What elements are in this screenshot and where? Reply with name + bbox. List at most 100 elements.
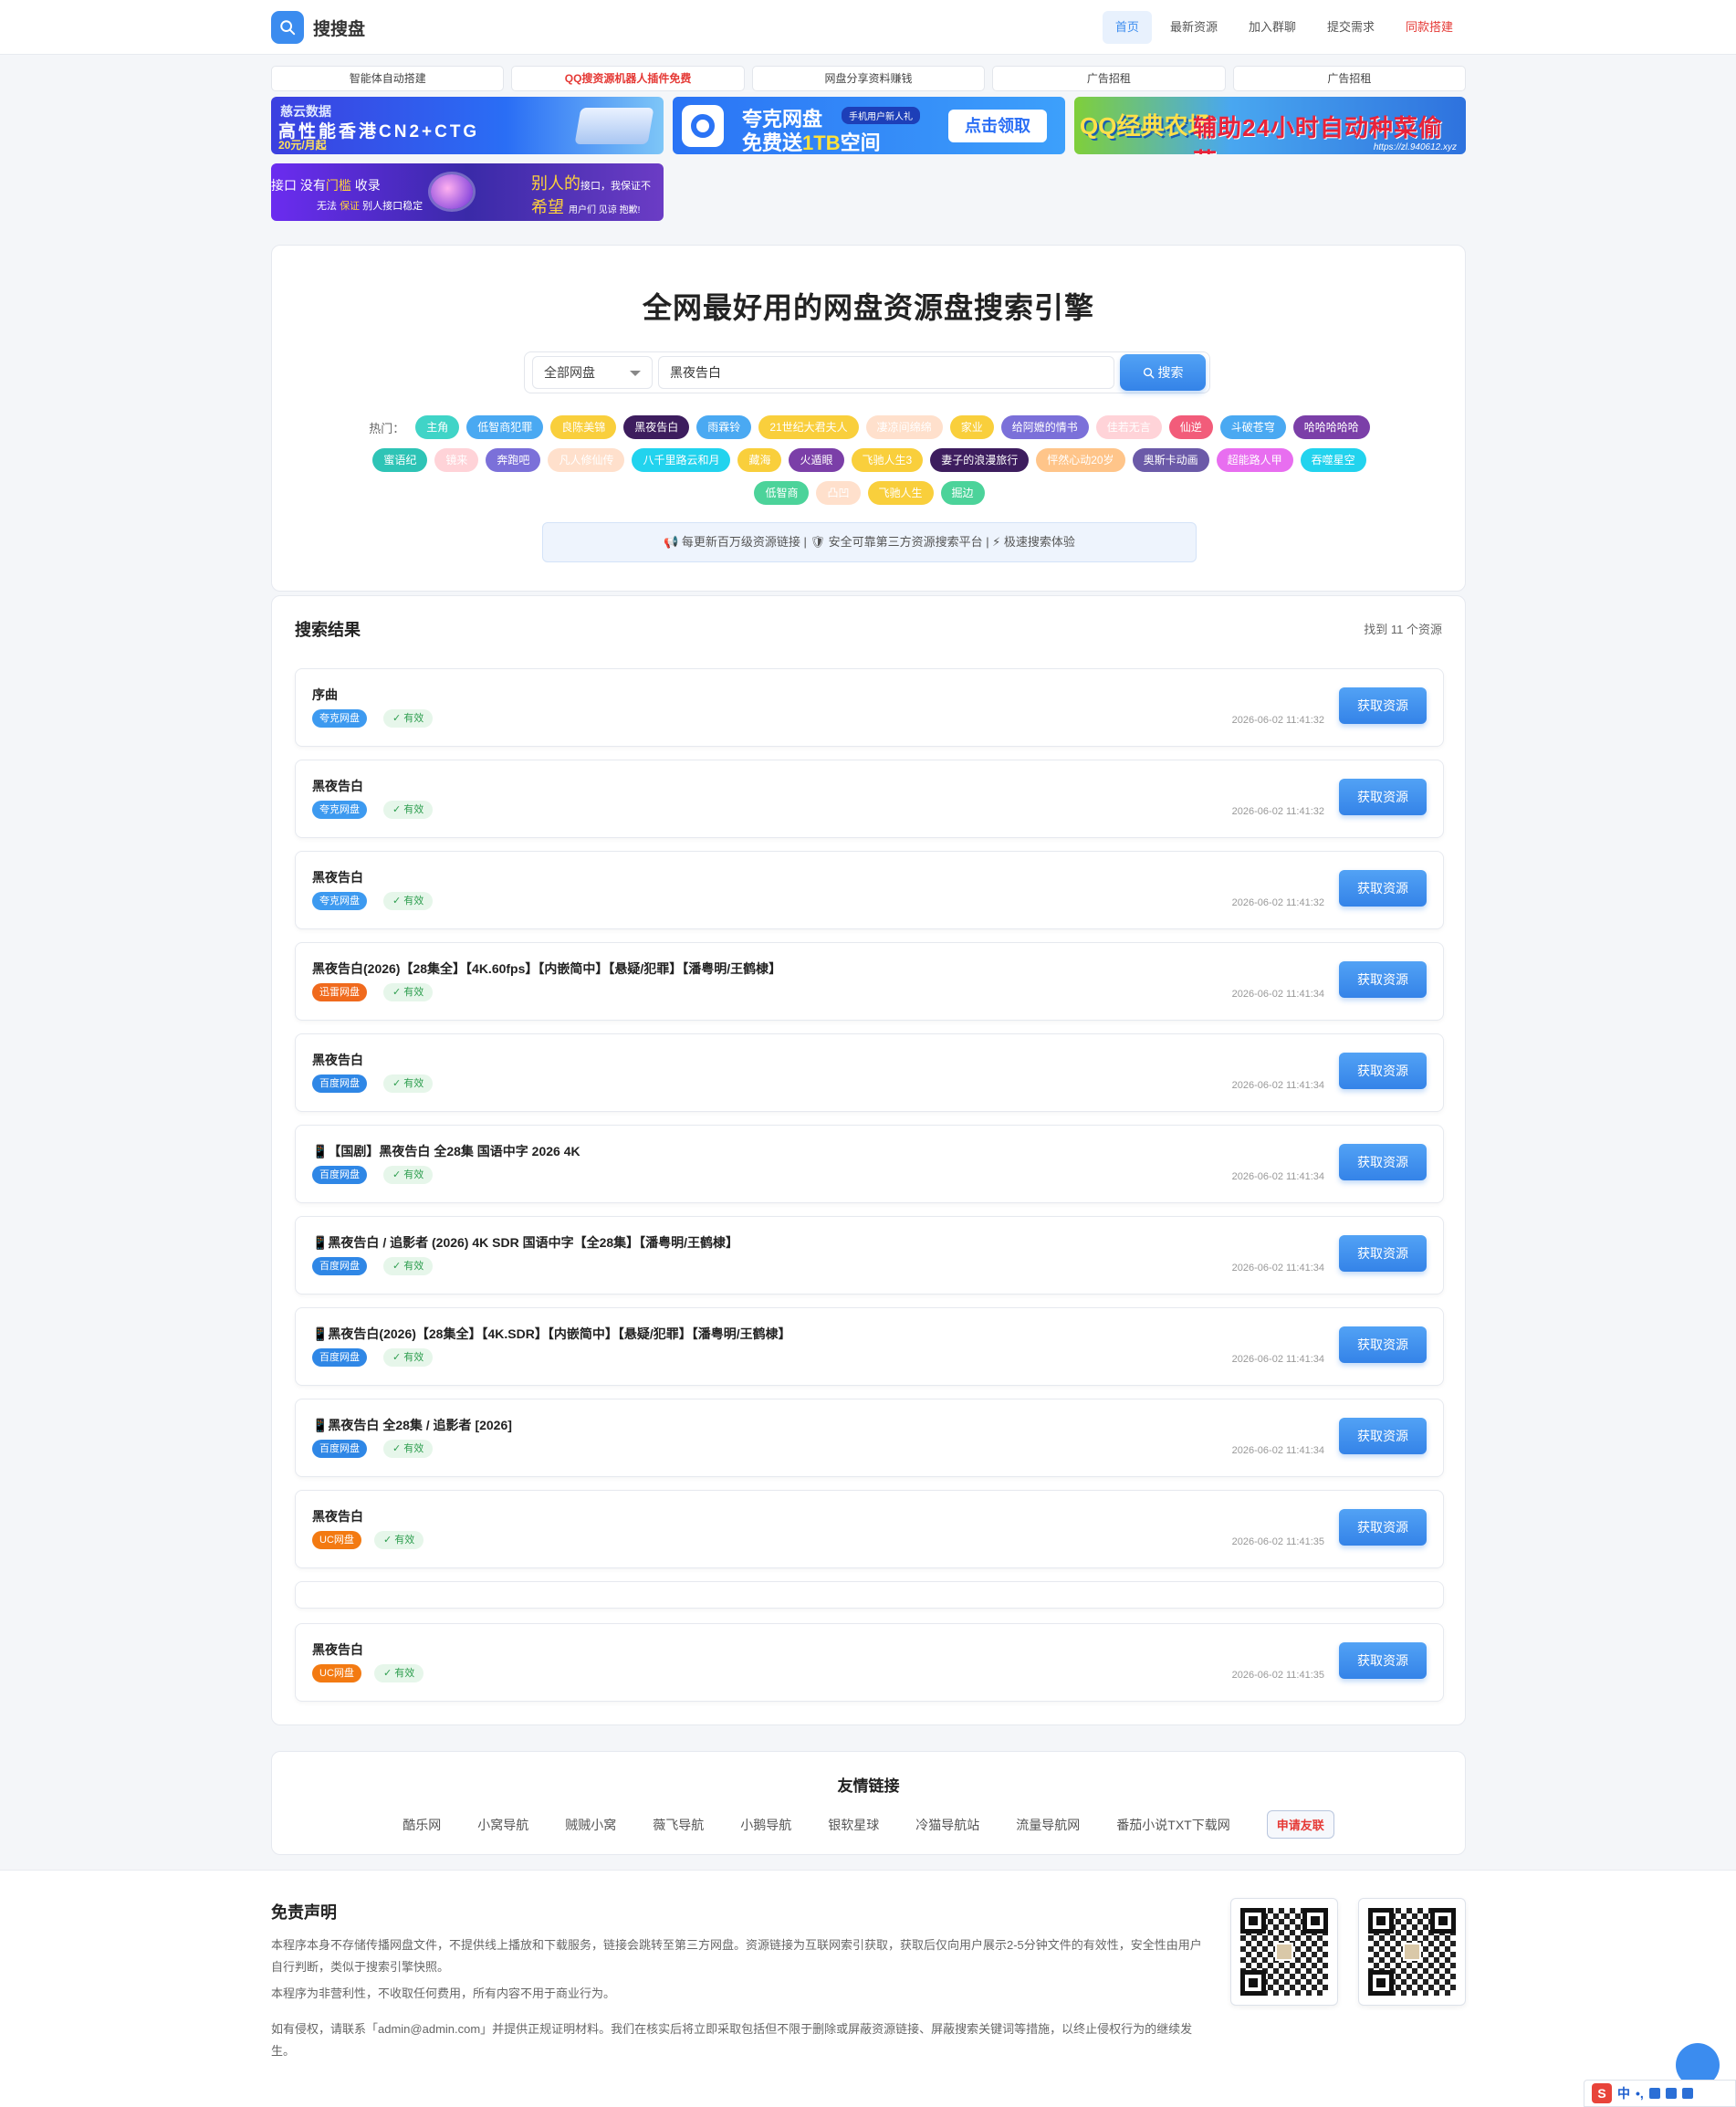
friend-link[interactable]: 流量导航网 — [1016, 1816, 1080, 1834]
hot-tag[interactable]: 佳若无言 — [1095, 415, 1162, 439]
result-item: 序曲 夸克网盘 ✓ 有效 2026-06-02 11:41:32 获取资源 — [295, 668, 1444, 747]
banner-cta-button[interactable]: 点击领取 — [948, 110, 1047, 142]
friend-link[interactable]: 冷猫导航站 — [915, 1816, 979, 1834]
hot-tag[interactable]: 飞驰人生 — [867, 481, 934, 505]
hot-tag[interactable]: 雨霖铃 — [696, 415, 752, 439]
result-title[interactable]: 📱黑夜告白 / 追影者 (2026) 4K SDR 国语中字【全28集】【潘粤明… — [312, 1233, 738, 1252]
result-title[interactable]: 黑夜告白 — [312, 868, 363, 886]
text-ad-link[interactable]: QQ搜资源机器人插件免费 — [511, 66, 745, 91]
nav-item-4[interactable]: 同款搭建 — [1393, 11, 1466, 44]
hot-tag[interactable]: 掘边 — [940, 481, 985, 505]
skin-icon[interactable] — [1681, 2088, 1693, 2099]
result-title[interactable]: 📱【国剧】黑夜告白 全28集 国语中字 2026 4K — [312, 1142, 580, 1160]
apply-friend-link-button[interactable]: 申请友联 — [1266, 1810, 1334, 1839]
friend-link[interactable]: 小鹅导航 — [740, 1816, 791, 1834]
hot-tag[interactable]: 奔跑吧 — [486, 448, 541, 472]
banner-headline: 免费送1TB空间 — [742, 131, 881, 154]
friend-link[interactable]: 贼贼小窝 — [565, 1816, 616, 1834]
hot-tag[interactable]: 妻子的浪漫旅行 — [930, 448, 1030, 472]
valid-badge: ✓ 有效 — [383, 709, 434, 728]
result-item: 📱黑夜告白 全28集 / 追影者 [2026] 百度网盘 ✓ 有效 2026-06-0… — [295, 1399, 1444, 1477]
nav-item-0[interactable]: 首页 — [1102, 11, 1152, 44]
hot-tag[interactable]: 主角 — [415, 415, 460, 439]
text-ad-link[interactable]: 广告招租 — [1232, 66, 1467, 91]
get-resource-button[interactable]: 获取资源 — [1339, 779, 1427, 815]
result-title[interactable]: 序曲 — [312, 686, 338, 704]
hot-tag[interactable]: 蜜语纪 — [372, 448, 428, 472]
get-resource-button[interactable]: 获取资源 — [1339, 1418, 1427, 1454]
hot-tag-row: 低智商 凸凹 飞驰人生 掘边 — [318, 481, 1421, 505]
hot-tag[interactable]: 哈哈哈哈哈 — [1292, 415, 1370, 439]
text-ad-link[interactable]: 智能体自动搭建 — [271, 66, 505, 91]
hot-tag[interactable]: 镜来 — [434, 448, 479, 472]
hot-tag[interactable]: 斗破苍穹 — [1219, 415, 1286, 439]
result-item: 📱黑夜告白 / 追影者 (2026) 4K SDR 国语中字【全28集】【潘粤明… — [295, 1216, 1444, 1295]
hot-tag[interactable]: 21世纪大君夫人 — [758, 415, 859, 439]
hot-tag[interactable]: 黑夜告白 — [623, 415, 690, 439]
hot-tag[interactable]: 奥斯卡动画 — [1132, 448, 1209, 472]
get-resource-button[interactable]: 获取资源 — [1339, 1509, 1427, 1546]
hot-tag[interactable]: 超能路人甲 — [1216, 448, 1293, 472]
result-title[interactable]: 黑夜告白(2026)【28集全】【4K.60fps】【内嵌简中】【悬疑/犯罪】【… — [312, 959, 781, 978]
hot-tag[interactable]: 低智商犯罪 — [466, 415, 544, 439]
get-resource-button[interactable]: 获取资源 — [1339, 961, 1427, 998]
disk-badge: 迅雷网盘 — [312, 983, 367, 1001]
nav-item-2[interactable]: 加入群聊 — [1236, 11, 1309, 44]
get-resource-button[interactable]: 获取资源 — [1339, 1326, 1427, 1363]
text-ad-link[interactable]: 广告招租 — [992, 66, 1226, 91]
hot-tag[interactable]: 藏海 — [737, 448, 782, 472]
site-logo[interactable]: 搜搜盘 — [271, 11, 365, 44]
hot-tag[interactable]: 怦然心动20岁 — [1036, 448, 1125, 472]
hot-tag[interactable]: 飞驰人生3 — [851, 448, 924, 472]
nav-item-3[interactable]: 提交需求 — [1314, 11, 1387, 44]
result-title[interactable]: 📱黑夜告白 全28集 / 追影者 [2026] — [312, 1416, 512, 1434]
result-title[interactable]: 黑夜告白 — [312, 1051, 363, 1069]
search-button[interactable]: 搜索 — [1120, 354, 1206, 391]
result-title[interactable]: 黑夜告白 — [312, 777, 363, 795]
friend-link[interactable]: 银软星球 — [828, 1816, 879, 1834]
result-time: 2026-06-02 11:41:35 — [1231, 1536, 1324, 1547]
result-item: 黑夜告白 夸克网盘 ✓ 有效 2026-06-02 11:41:32 获取资源 — [295, 760, 1444, 838]
get-resource-button[interactable]: 获取资源 — [1339, 1235, 1427, 1272]
ime-lang[interactable]: 中 — [1617, 2084, 1630, 2102]
hot-tag[interactable]: 家业 — [949, 415, 994, 439]
result-item: 📱【国剧】黑夜告白 全28集 国语中字 2026 4K 百度网盘 ✓ 有效 2026-… — [295, 1125, 1444, 1203]
friend-link[interactable]: 小窝导航 — [477, 1816, 528, 1834]
disk-badge: 百度网盘 — [312, 1257, 367, 1275]
disk-type-select[interactable]: 全部网盘 — [532, 356, 653, 389]
hot-tag[interactable]: 凸凹 — [816, 481, 861, 505]
hot-tag[interactable]: 良陈美锦 — [550, 415, 617, 439]
get-resource-button[interactable]: 获取资源 — [1339, 870, 1427, 907]
result-title[interactable]: 黑夜告白 — [312, 1641, 363, 1659]
text-ad-link[interactable]: 网盘分享资料赚钱 — [751, 66, 986, 91]
keyboard-icon[interactable] — [1665, 2088, 1677, 2099]
banner-quark[interactable]: 夸克网盘 手机用户新人礼 免费送1TB空间 点击领取 — [673, 97, 1065, 154]
hot-tag[interactable]: 吞噬星空 — [1300, 448, 1366, 472]
get-resource-button[interactable]: 获取资源 — [1339, 1053, 1427, 1089]
nav-item-1[interactable]: 最新资源 — [1157, 11, 1230, 44]
hot-tag[interactable]: 火遁眼 — [789, 448, 844, 472]
result-title[interactable]: 黑夜告白 — [312, 1507, 363, 1525]
get-resource-button[interactable]: 获取资源 — [1339, 687, 1427, 724]
banner-qq-farm[interactable]: QQ经典农场 辅助24小时自动种菜偷菜 https://zl.940612.xy… — [1074, 97, 1466, 154]
banner-interface[interactable]: 接口 没有门槛 收录 无法 保证 别人接口稳定 别人的接口，我保证不 希望 用户… — [271, 163, 664, 221]
mic-icon[interactable] — [1648, 2088, 1660, 2099]
friend-link[interactable]: 番茄小说TXT下载网 — [1116, 1816, 1229, 1834]
get-resource-button[interactable]: 获取资源 — [1339, 1144, 1427, 1180]
search-input[interactable]: 黑夜告白 — [658, 356, 1114, 389]
friend-link[interactable]: 薇飞导航 — [653, 1816, 704, 1834]
friend-link[interactable]: 酷乐网 — [403, 1816, 441, 1834]
result-title[interactable]: 📱黑夜告白(2026)【28集全】【4K.SDR】【内嵌简中】【悬疑/犯罪】【潘… — [312, 1325, 791, 1343]
hot-tag[interactable]: 八千里路云和月 — [632, 448, 731, 472]
hot-tag[interactable]: 低智商 — [754, 481, 810, 505]
ime-punct[interactable]: •, — [1636, 2086, 1644, 2101]
hot-tag[interactable]: 仙逆 — [1168, 415, 1213, 439]
hot-tag[interactable]: 凄凉间绵绵 — [865, 415, 943, 439]
friend-links-list: 酷乐网 小窝导航 贼贼小窝 薇飞导航 小鹅导航 银软星球 冷猫导航站 流量导航网 番茄小说TXT… — [272, 1810, 1465, 1839]
hot-tag[interactable]: 给阿嬷的情书 — [1000, 415, 1089, 439]
ime-toolbar[interactable]: S 中 •, — [1584, 2080, 1736, 2107]
hot-tag[interactable]: 凡人修仙传 — [548, 448, 625, 472]
banner-ciyun[interactable]: 慈云数据 高性能香港CN2+CTG 20元/月起 — [271, 97, 664, 154]
get-resource-button[interactable]: 获取资源 — [1339, 1642, 1427, 1679]
valid-badge: ✓ 有效 — [383, 1257, 434, 1275]
